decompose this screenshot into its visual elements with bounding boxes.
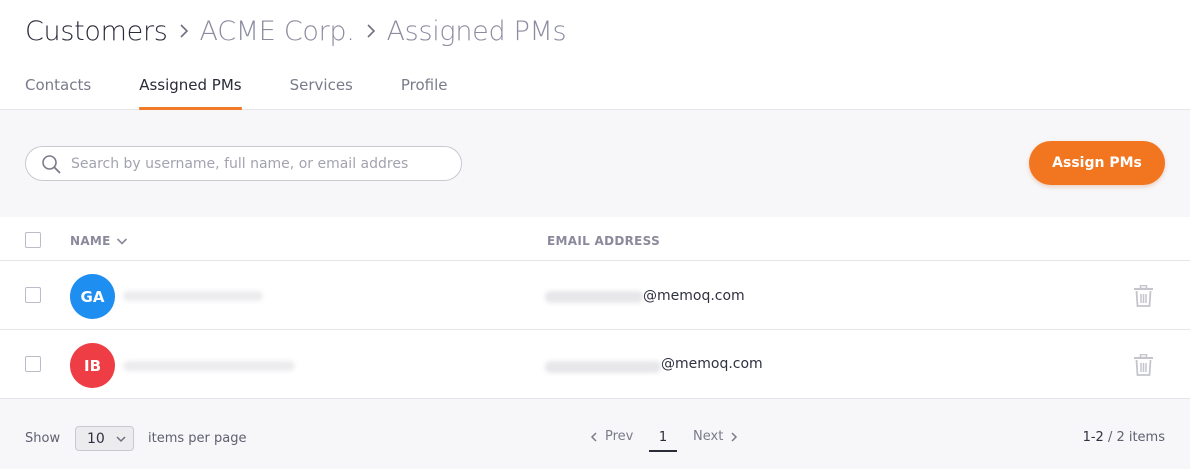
tab-bar: Contacts Assigned PMs Services Profile — [25, 74, 496, 110]
items-per-page-label: items per page — [148, 431, 247, 446]
prev-label: Prev — [605, 429, 634, 444]
avatar: GA — [70, 274, 115, 319]
trash-icon[interactable] — [1133, 285, 1154, 307]
next-label: Next — [693, 429, 724, 444]
select-all-checkbox[interactable] — [25, 232, 41, 248]
chevron-down-icon — [116, 436, 126, 443]
table-header: NAME EMAIL ADDRESS — [0, 217, 1190, 261]
pm-table: NAME EMAIL ADDRESS GA @memoq.com IB @mem… — [0, 217, 1190, 399]
row-checkbox[interactable] — [25, 356, 41, 372]
email-domain: @memoq.com — [643, 288, 745, 304]
breadcrumb-assigned-pms: Assigned PMs — [386, 15, 567, 47]
redacted-email-user — [545, 361, 661, 373]
page-size-select[interactable]: 10 — [75, 426, 134, 451]
name-column-label: NAME — [70, 234, 111, 248]
redacted-name — [123, 291, 263, 301]
row-checkbox[interactable] — [25, 287, 41, 303]
search-box — [25, 146, 462, 181]
show-label: Show — [25, 431, 61, 446]
tab-assigned-pms[interactable]: Assigned PMs — [139, 74, 243, 110]
tab-contacts[interactable]: Contacts — [25, 74, 91, 110]
search-icon — [42, 154, 61, 173]
toolbar: Assign PMs — [0, 110, 1190, 217]
page-header: Customers ACME Corp. Assigned PMs Contac… — [0, 0, 1190, 110]
chevron-right-icon — [178, 23, 190, 39]
next-page-button[interactable]: Next — [693, 429, 738, 444]
assign-pms-button[interactable]: Assign PMs — [1029, 141, 1165, 185]
search-input[interactable] — [71, 155, 431, 172]
breadcrumb-customers[interactable]: Customers — [25, 16, 168, 47]
breadcrumb: Customers ACME Corp. Assigned PMs — [25, 14, 567, 48]
name-column-header[interactable]: NAME — [70, 234, 128, 248]
pagination-footer: Show 10 items per page Prev 1 Next 1-2 /… — [0, 399, 1190, 469]
table-row[interactable]: IB @memoq.com — [0, 330, 1190, 399]
chevron-down-icon — [116, 238, 127, 245]
range-value: 1-2 — [1082, 430, 1104, 445]
range-total: / 2 items — [1107, 430, 1165, 445]
chevron-right-icon — [365, 23, 377, 39]
email-column-header: EMAIL ADDRESS — [547, 234, 660, 248]
tab-profile[interactable]: Profile — [401, 74, 448, 110]
prev-page-button[interactable]: Prev — [590, 429, 633, 444]
chevron-left-icon — [590, 431, 597, 442]
chevron-right-icon — [731, 431, 738, 442]
trash-icon[interactable] — [1133, 354, 1154, 376]
item-range: 1-2 / 2 items — [1083, 430, 1165, 445]
breadcrumb-acme-corp[interactable]: ACME Corp. — [200, 16, 355, 47]
email-column-label: EMAIL ADDRESS — [547, 234, 661, 248]
redacted-name — [123, 361, 295, 371]
tab-services[interactable]: Services — [290, 74, 353, 110]
page-number-1[interactable]: 1 — [649, 426, 677, 452]
redacted-email-user — [545, 291, 643, 303]
table-row[interactable]: GA @memoq.com — [0, 261, 1190, 330]
avatar: IB — [70, 343, 115, 388]
page-size-value: 10 — [87, 430, 105, 447]
email-domain: @memoq.com — [661, 356, 763, 372]
